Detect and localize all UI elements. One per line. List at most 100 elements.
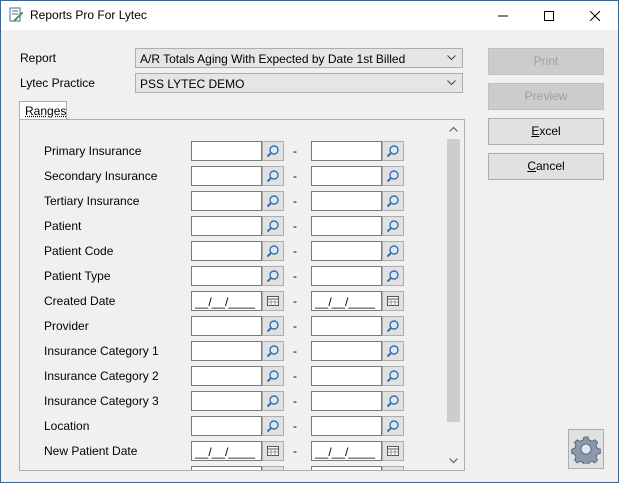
calendar-button[interactable] (262, 441, 284, 461)
report-select[interactable]: A/R Totals Aging With Expected by Date 1… (135, 48, 463, 68)
lookup-button[interactable] (262, 216, 284, 236)
cancel-label-rest: ancel (535, 159, 565, 173)
range-from-input[interactable] (191, 166, 262, 186)
lookup-button[interactable] (382, 241, 404, 261)
range-label: New Patient Date (44, 444, 138, 458)
tab-ranges[interactable]: Ranges (19, 101, 67, 120)
range-from-input[interactable] (191, 241, 262, 261)
range-to-input[interactable] (311, 391, 382, 411)
range-from-input[interactable] (191, 316, 262, 336)
lookup-button[interactable] (262, 391, 284, 411)
lookup-button[interactable] (382, 466, 404, 470)
range-label: Patient Type (44, 269, 111, 283)
lookup-button[interactable] (262, 241, 284, 261)
print-button[interactable]: Print (488, 48, 604, 75)
range-from-input[interactable] (191, 266, 262, 286)
range-label: Secondary Insurance (44, 169, 158, 183)
lookup-button[interactable] (262, 266, 284, 286)
magnifier-icon (386, 195, 399, 208)
range-to-input[interactable] (311, 141, 382, 161)
cancel-button[interactable]: Cancel (488, 153, 604, 180)
lookup-button[interactable] (382, 266, 404, 286)
range-to-date-input[interactable]: __/__/____ (311, 291, 382, 311)
range-separator: - (293, 419, 297, 433)
scroll-down-icon[interactable] (449, 458, 458, 464)
range-to-input[interactable] (311, 191, 382, 211)
lookup-button[interactable] (262, 366, 284, 386)
settings-button[interactable] (568, 429, 604, 469)
scroll-up-icon[interactable] (449, 126, 458, 132)
date-mask: __/__/____ (315, 445, 376, 459)
range-separator: - (293, 219, 297, 233)
lookup-button[interactable] (382, 391, 404, 411)
close-button[interactable] (572, 1, 618, 30)
lookup-button[interactable] (262, 191, 284, 211)
range-from-input[interactable] (191, 191, 262, 211)
calendar-button[interactable] (382, 441, 404, 461)
lookup-button[interactable] (382, 216, 404, 236)
range-from-date-input[interactable]: __/__/____ (191, 291, 262, 311)
range-from-input[interactable] (191, 141, 262, 161)
minimize-button[interactable] (480, 1, 526, 30)
range-from-input[interactable] (191, 341, 262, 361)
range-label: Patient Code (44, 244, 114, 258)
date-mask: __/__/____ (195, 445, 256, 459)
range-label: Insurance Category 2 (44, 369, 159, 383)
magnifier-icon (386, 170, 399, 183)
range-from-input[interactable] (191, 416, 262, 436)
calendar-button[interactable] (382, 291, 404, 311)
lookup-button[interactable] (382, 191, 404, 211)
maximize-icon (544, 10, 554, 21)
close-icon (590, 10, 600, 21)
lookup-button[interactable] (382, 416, 404, 436)
lookup-button[interactable] (262, 466, 284, 470)
magnifier-icon (266, 195, 279, 208)
lookup-button[interactable] (382, 341, 404, 361)
main-window: Reports Pro For Lytec Report A/R Totals … (0, 0, 619, 483)
range-to-input[interactable] (311, 166, 382, 186)
lookup-button[interactable] (262, 166, 284, 186)
range-to-input[interactable] (311, 316, 382, 336)
range-from-input[interactable] (191, 391, 262, 411)
scrollbar-thumb[interactable] (447, 139, 460, 422)
calendar-icon (267, 296, 279, 306)
range-from-input[interactable] (191, 366, 262, 386)
chevron-down-icon (447, 80, 456, 86)
lookup-button[interactable] (382, 316, 404, 336)
range-to-input[interactable] (311, 416, 382, 436)
excel-label-rest: xcel (539, 124, 561, 138)
range-separator: - (293, 144, 297, 158)
lookup-button[interactable] (262, 316, 284, 336)
excel-button[interactable]: Excel (488, 118, 604, 145)
lookup-button[interactable] (382, 141, 404, 161)
practice-select[interactable]: PSS LYTEC DEMO (135, 73, 463, 93)
preview-button[interactable]: Preview (488, 83, 604, 110)
range-from-date-input[interactable]: __/__/____ (191, 441, 262, 461)
range-label: Patient (44, 219, 82, 233)
calendar-button[interactable] (262, 291, 284, 311)
range-to-input[interactable] (311, 466, 382, 470)
chevron-down-icon (447, 55, 456, 61)
range-separator: - (293, 444, 297, 458)
range-to-input[interactable] (311, 216, 382, 236)
range-from-input[interactable] (191, 216, 262, 236)
magnifier-icon (386, 245, 399, 258)
lookup-button[interactable] (262, 341, 284, 361)
ranges-scrollbar[interactable] (445, 121, 462, 469)
lookup-button[interactable] (382, 166, 404, 186)
range-from-input[interactable] (191, 466, 262, 470)
range-to-date-input[interactable]: __/__/____ (311, 441, 382, 461)
range-separator: - (293, 469, 297, 470)
magnifier-icon (266, 395, 279, 408)
maximize-button[interactable] (526, 1, 572, 30)
magnifier-icon (386, 270, 399, 283)
range-to-input[interactable] (311, 241, 382, 261)
lookup-button[interactable] (382, 366, 404, 386)
range-to-input[interactable] (311, 366, 382, 386)
lookup-button[interactable] (262, 141, 284, 161)
range-separator: - (293, 269, 297, 283)
range-to-input[interactable] (311, 266, 382, 286)
range-to-input[interactable] (311, 341, 382, 361)
lookup-button[interactable] (262, 416, 284, 436)
calendar-icon (267, 446, 279, 456)
